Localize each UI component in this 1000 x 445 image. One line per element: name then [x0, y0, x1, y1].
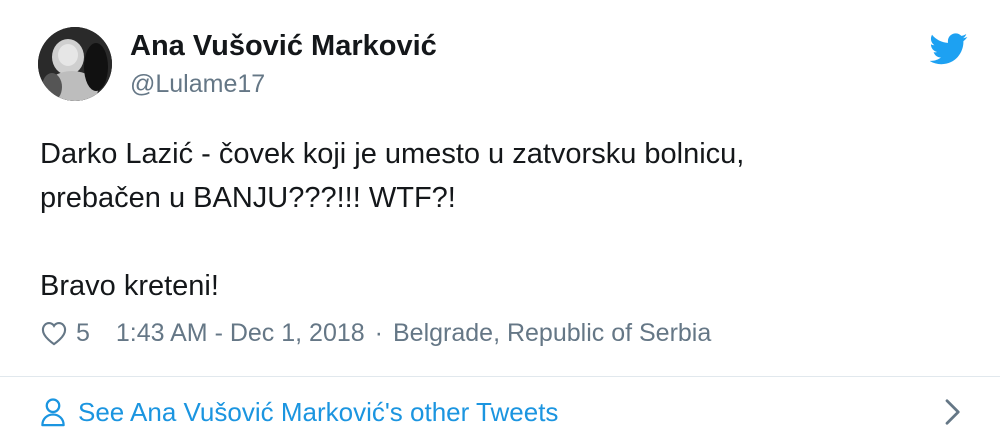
twitter-bird-icon[interactable] [930, 33, 968, 65]
tweet-text-line: Darko Lazić - čovek koji je umesto u zat… [40, 138, 745, 170]
tweet-text-line: prebačen u BANJU???!!! WTF?! [40, 182, 456, 214]
meta-separator: · [374, 318, 383, 347]
tweet-text-line: Bravo kreteni! [40, 270, 219, 302]
profile-photo [38, 27, 112, 101]
author-handle[interactable]: @Lulame17 [130, 70, 265, 99]
divider [0, 376, 1000, 377]
tweet-meta: 5 1:43 AM - Dec 1, 2018 · Belgrade, Repu… [40, 316, 711, 350]
chevron-right-icon[interactable] [940, 397, 964, 427]
like-count[interactable]: 5 [76, 319, 90, 348]
author-name[interactable]: Ana Vušović Marković [130, 30, 437, 63]
avatar[interactable] [38, 27, 112, 101]
user-icon [41, 398, 65, 427]
other-tweets-label[interactable]: See Ana Vušović Marković's other Tweets [78, 397, 558, 428]
timestamp[interactable]: 1:43 AM - Dec 1, 2018 [116, 319, 365, 348]
other-tweets-link[interactable]: See Ana Vušović Marković's other Tweets [40, 392, 558, 432]
location[interactable]: Belgrade, Republic of Serbia [393, 319, 711, 348]
tweet-text: Darko Lazić - čovek koji je umesto u zat… [40, 132, 960, 308]
embedded-tweet: Ana Vušović Marković @Lulame17 Darko Laz… [0, 0, 1000, 445]
heart-icon[interactable] [40, 320, 68, 346]
